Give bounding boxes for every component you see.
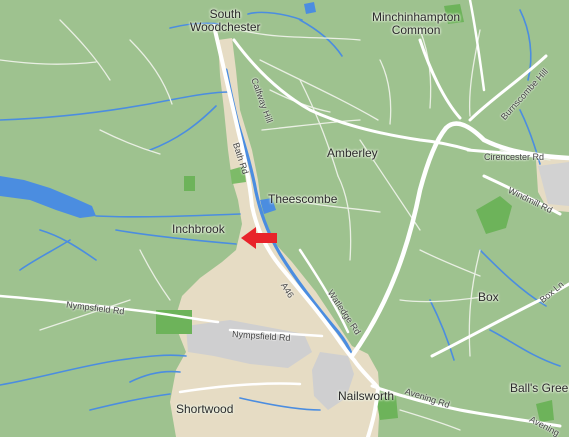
place-label-shortwood: Shortwood: [176, 402, 234, 416]
map-base: [0, 0, 569, 437]
place-label-line: Common: [391, 23, 441, 37]
place-label-amberley: Amberley: [327, 146, 378, 160]
place-label-box: Box: [478, 290, 499, 304]
pond: [304, 2, 316, 14]
road-label-cirencester-rd: Cirencester Rd: [484, 152, 545, 162]
place-label-line: Woodchester: [190, 20, 261, 34]
red-arrow-left-icon[interactable]: [240, 226, 278, 250]
place-label-nailsworth: Nailsworth: [338, 389, 395, 403]
place-label-south-woodchester: South Woodchester: [190, 8, 260, 34]
map-view[interactable]: South Woodchester Minchinhampton Common …: [0, 0, 569, 437]
park-area: [184, 176, 195, 191]
place-label-theescombe: Theescombe: [268, 192, 338, 206]
place-label-inchbrook: Inchbrook: [172, 222, 225, 236]
place-label-minchinhampton-common: Minchinhampton Common: [372, 11, 460, 37]
place-label-balls-green: Ball's Green: [510, 381, 569, 395]
